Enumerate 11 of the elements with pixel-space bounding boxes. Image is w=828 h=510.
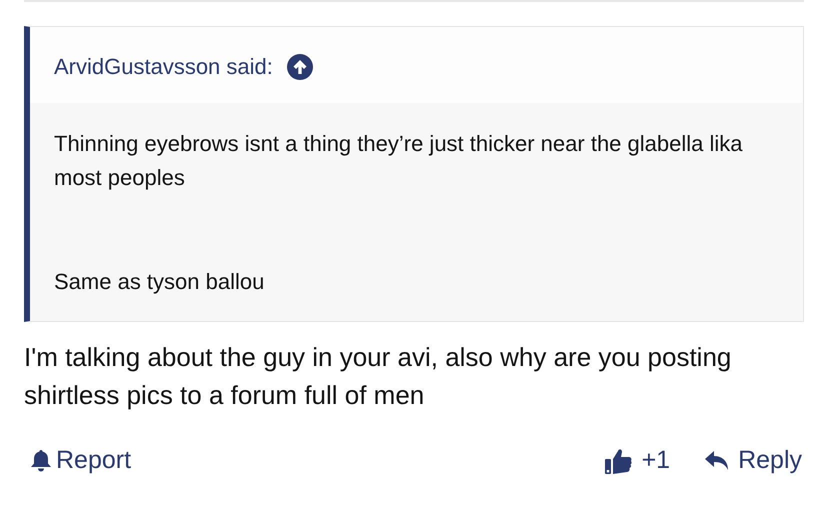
quote-text: Thinning eyebrows isnt a thing they’re just thicker near the glabella lika most peoples [54, 130, 744, 192]
report-link[interactable]: Report [30, 442, 132, 480]
like-button[interactable]: +1 [604, 442, 670, 480]
quote-text: Same as tyson ballou [54, 268, 266, 296]
reply-link[interactable]: Reply [704, 442, 802, 480]
arrow-up-icon[interactable] [286, 54, 313, 80]
reply-icon [704, 450, 730, 472]
thumbs-up-icon [604, 446, 632, 475]
message-text: I'm talking about the guy in your avi, also why are you posting shirtless pics to a forum full of men [23, 341, 732, 412]
quote-author: ArvidGustavsson said: [54, 53, 273, 81]
bell-icon [30, 448, 52, 473]
